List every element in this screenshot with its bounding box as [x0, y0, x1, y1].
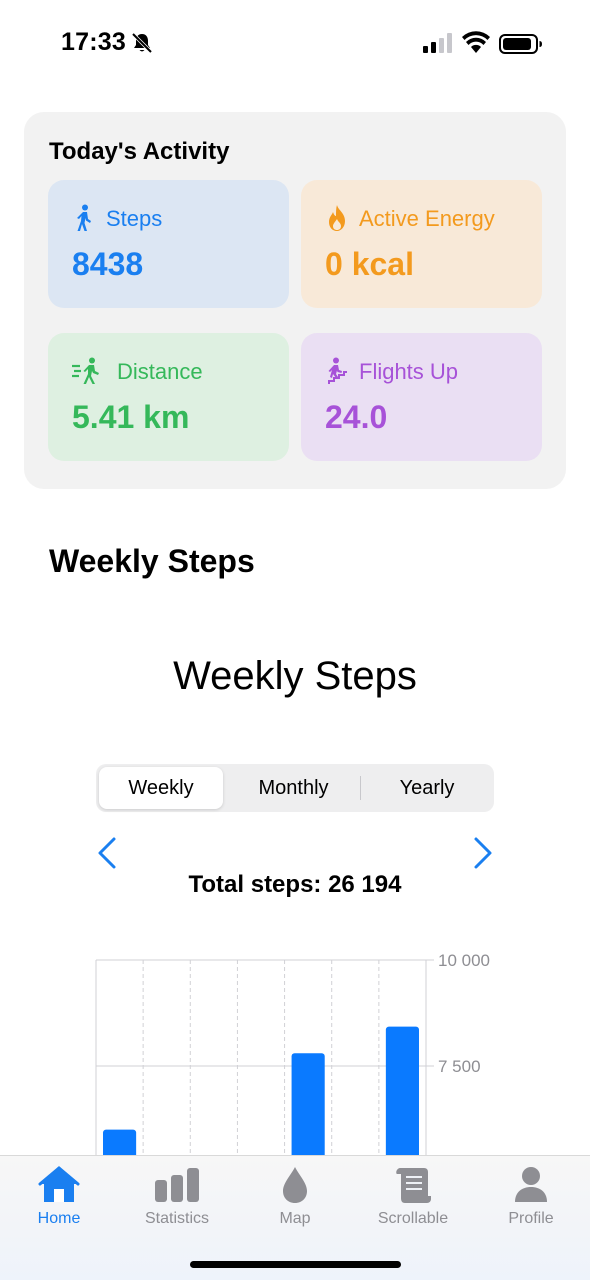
chevron-left-icon[interactable]: [96, 836, 118, 870]
tab-label-map: Map: [279, 1210, 311, 1227]
tab-map[interactable]: Map: [236, 1156, 354, 1246]
person-icon: [515, 1167, 547, 1202]
chart-bar[interactable]: [103, 1129, 137, 1155]
wifi-icon: [462, 31, 490, 53]
flame-icon: [329, 205, 345, 231]
stairs-climbing-icon: [328, 357, 347, 384]
status-time: 17:33: [61, 28, 126, 56]
flights-up-tile[interactable]: Flights Up 24.0: [301, 333, 542, 461]
segment-yearly[interactable]: Yearly: [362, 767, 492, 809]
cellular-signal-icon: [423, 33, 452, 53]
segment-weekly[interactable]: Weekly: [99, 767, 223, 809]
period-segmented-control: Weekly Monthly Yearly: [96, 764, 494, 812]
weekly-steps-chart: 10 000 7 500: [95, 951, 490, 1155]
tab-label-home: Home: [37, 1210, 81, 1227]
tab-label-profile: Profile: [508, 1210, 554, 1227]
chart-title: Weekly Steps: [173, 654, 417, 698]
y-tick-label: 10 000: [438, 951, 490, 970]
walking-figure-icon: [77, 204, 91, 231]
tab-home[interactable]: Home: [0, 1156, 118, 1246]
tab-label-statistics: Statistics: [144, 1210, 209, 1227]
drop-icon: [283, 1167, 307, 1203]
steps-tile[interactable]: Steps 8438: [48, 180, 289, 308]
scroll-icon: [396, 1168, 431, 1203]
steps-value: 8438: [72, 246, 144, 282]
tab-label-scrollable: Scrollable: [377, 1210, 449, 1227]
chevron-right-icon[interactable]: [472, 836, 494, 870]
tab-statistics[interactable]: Statistics: [118, 1156, 236, 1246]
bell-slash-icon: [131, 32, 153, 54]
bar-chart-icon: [155, 1168, 199, 1202]
distance-value: 5.41 km: [72, 399, 190, 435]
chart-bar[interactable]: [291, 1053, 325, 1155]
active-energy-tile[interactable]: Active Energy 0 kcal: [301, 180, 542, 308]
battery-icon: [499, 34, 542, 54]
y-tick-label: 7 500: [438, 1057, 481, 1076]
active-energy-value: 0 kcal: [325, 246, 414, 282]
todays-activity-card: Today's Activity Steps 8438 Active Energ…: [24, 112, 566, 489]
home-indicator: [190, 1261, 401, 1268]
flights-up-label: Flights Up: [359, 359, 459, 384]
chart-bar[interactable]: [385, 1026, 419, 1155]
tab-scrollable[interactable]: Scrollable: [354, 1156, 472, 1246]
house-icon: [38, 1166, 80, 1202]
status-bar: 17:33: [0, 0, 590, 90]
segment-divider: [360, 776, 361, 800]
distance-label: Distance: [117, 359, 203, 384]
total-steps-text: Total steps: 26 194: [188, 871, 402, 898]
steps-label: Steps: [106, 206, 163, 231]
flights-up-value: 24.0: [325, 399, 388, 435]
activity-title: Today's Activity: [49, 138, 230, 165]
segment-monthly[interactable]: Monthly: [227, 767, 360, 809]
running-figure-icon: [72, 357, 99, 384]
active-energy-label: Active Energy: [359, 206, 495, 231]
weekly-steps-heading: Weekly Steps: [49, 543, 255, 579]
tab-profile[interactable]: Profile: [472, 1156, 590, 1246]
distance-tile[interactable]: Distance 5.41 km: [48, 333, 289, 461]
